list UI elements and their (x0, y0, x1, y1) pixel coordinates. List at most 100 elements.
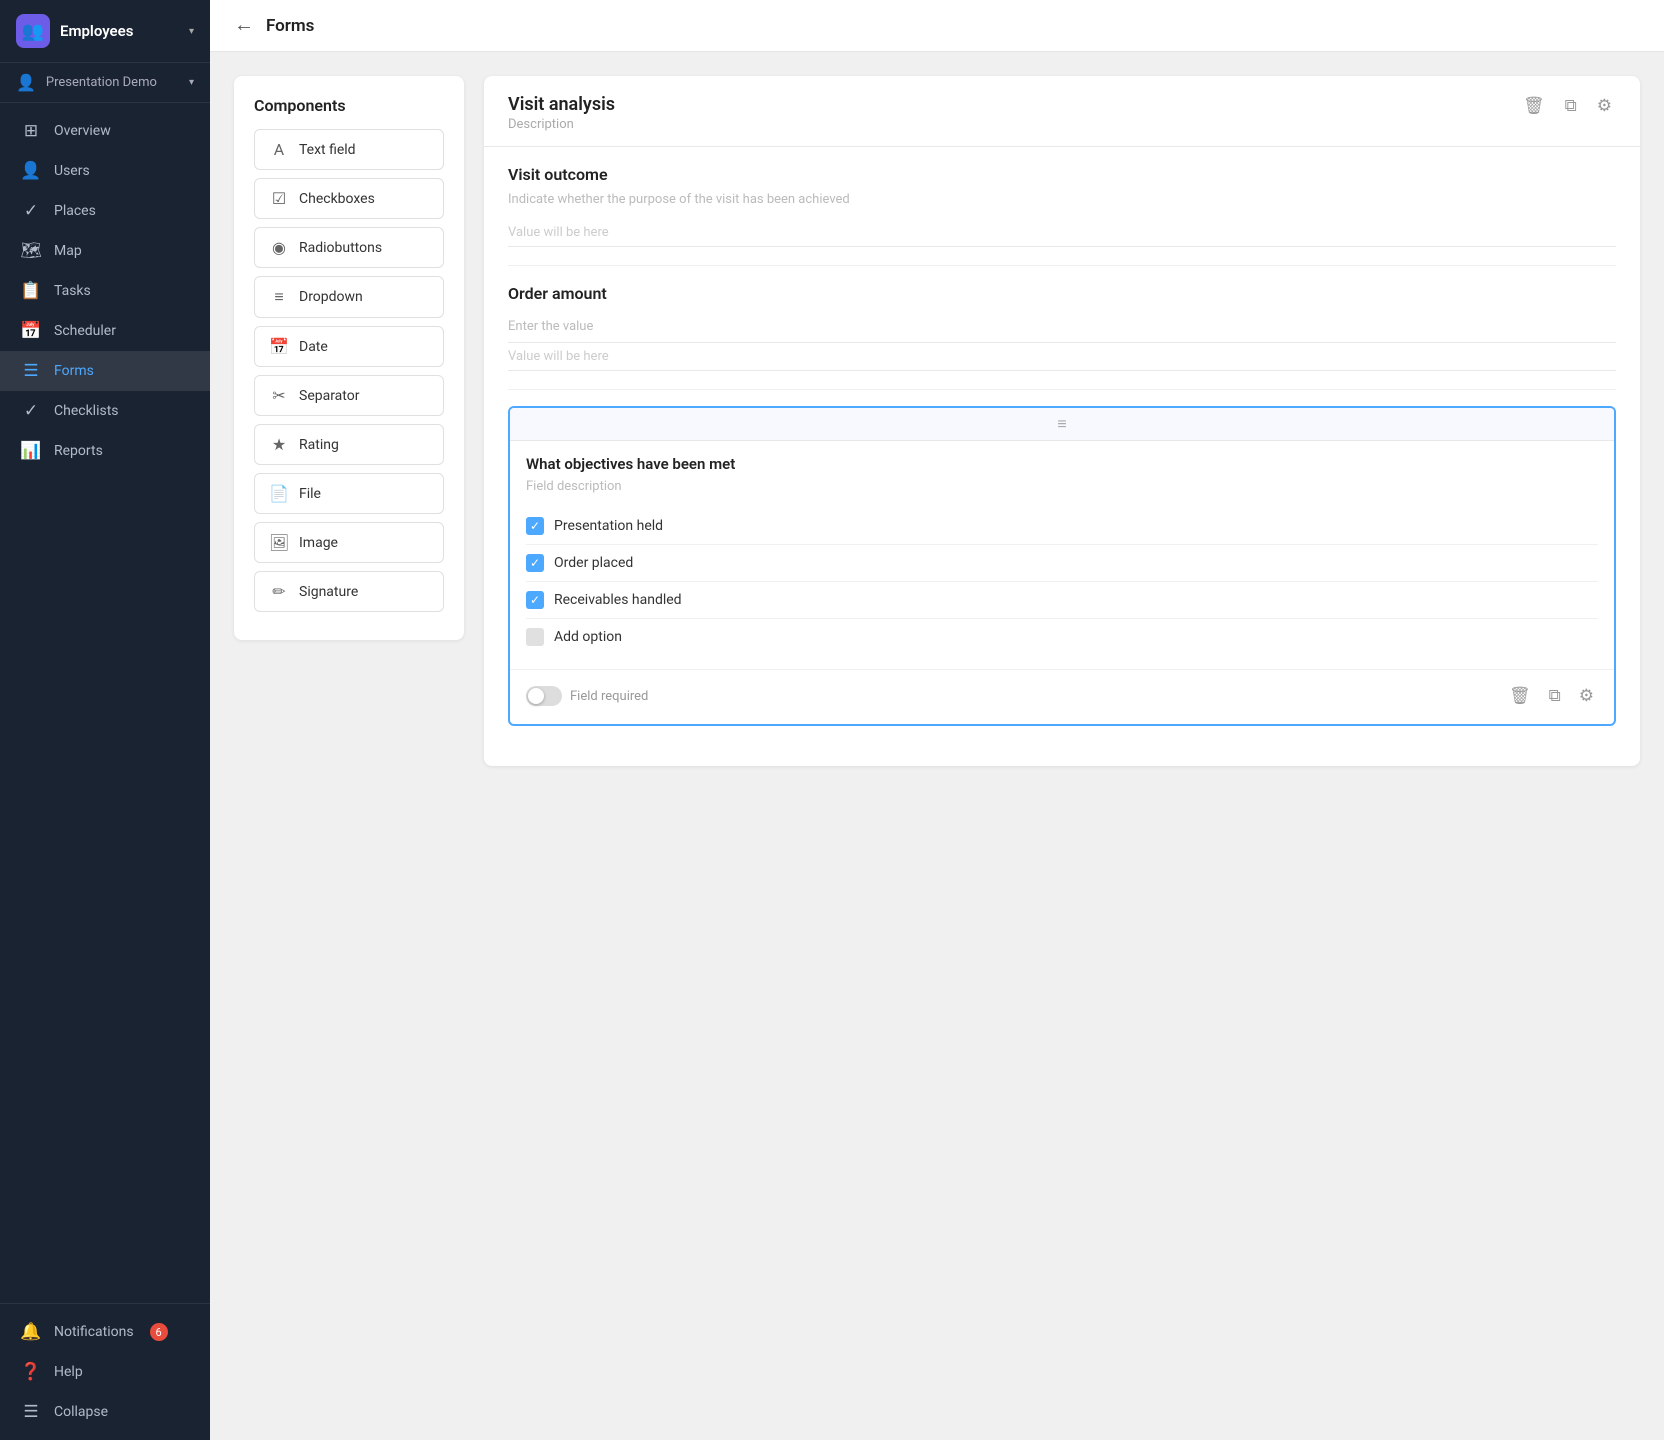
sidebar-item-label-tasks: Tasks (54, 283, 91, 299)
date-icon: 📅 (269, 337, 289, 356)
sidebar-header: 👥 Employees ▾ (0, 0, 210, 63)
component-label-separator: Separator (299, 388, 359, 404)
footer-item-notifications[interactable]: 🔔Notifications6 (0, 1312, 210, 1352)
drag-handle[interactable]: ≡ (510, 408, 1614, 441)
image-icon: 🖼 (269, 533, 289, 552)
form-settings-button[interactable]: ⚙ (1593, 94, 1616, 118)
component-separator[interactable]: ✂ Separator (254, 375, 444, 416)
section-visit-outcome: Visit outcome Indicate whether the purpo… (508, 147, 1616, 266)
form-panel-header: Visit analysis Description 🗑 ⧉ ⚙ (484, 76, 1640, 147)
component-file[interactable]: 📄 File (254, 473, 444, 514)
brand[interactable]: 👥 Employees ▾ (16, 14, 194, 48)
map-icon: 🗺 (20, 241, 42, 261)
file-icon: 📄 (269, 484, 289, 503)
checkboxes-icon: ☑ (269, 189, 289, 208)
sidebar-item-forms[interactable]: ☰Forms (0, 351, 210, 391)
value-placeholder-visit-outcome: Value will be here (508, 219, 1616, 247)
component-image[interactable]: 🖼 Image (254, 522, 444, 563)
component-date[interactable]: 📅 Date (254, 326, 444, 367)
component-signature[interactable]: ✏Signature (254, 571, 444, 612)
notification-badge: 6 (150, 1323, 168, 1341)
input-placeholder-order-amount: Enter the value (508, 311, 1616, 343)
signature-icon: ✏ (269, 582, 289, 601)
form-copy-button[interactable]: ⧉ (1561, 94, 1581, 118)
sub-arrow-icon: ▾ (189, 77, 194, 88)
checkbox-presentation-held[interactable]: ✓ (526, 517, 544, 535)
sidebar-item-tasks[interactable]: 📋 Tasks (0, 271, 210, 311)
field-description: Field description (526, 479, 1598, 494)
checkbox-label-order-placed: Order placed (554, 555, 633, 571)
topbar: ← Forms (210, 0, 1664, 52)
component-text-field[interactable]: A Text field (254, 129, 444, 170)
component-label-rating: Rating (299, 437, 339, 453)
rating-icon: ★ (269, 435, 289, 454)
checkbox-receivables-handled[interactable]: ✓ (526, 591, 544, 609)
sidebar-item-checklists[interactable]: ✓Checklists (0, 391, 210, 431)
checkbox-row-presentation-held[interactable]: ✓ Presentation held (526, 508, 1598, 545)
value-placeholder-order-amount: Value will be here (508, 343, 1616, 371)
component-rating[interactable]: ★ Rating (254, 424, 444, 465)
field-copy-button[interactable]: ⧉ (1545, 684, 1565, 708)
sidebar-item-map[interactable]: 🗺Map (0, 231, 210, 271)
component-label-radiobuttons: Radiobuttons (299, 240, 382, 256)
component-label-date: Date (299, 339, 328, 355)
separator-icon: ✂ (269, 386, 289, 405)
footer-item-label-collapse: Collapse (54, 1404, 108, 1420)
footer-item-collapse[interactable]: ☰Collapse (0, 1392, 210, 1432)
components-list: A Text field ☑Checkboxes ◉Radiobuttons ≡Drop… (254, 129, 444, 612)
checkbox-add-option[interactable] (526, 628, 544, 646)
form-title: Visit analysis (508, 94, 615, 115)
tasks-icon: 📋 (20, 281, 42, 301)
sidebar-sub[interactable]: 👤 Presentation Demo ▾ (0, 63, 210, 103)
field-delete-button[interactable]: 🗑 (1505, 684, 1535, 708)
checkbox-label-add-option: Add option (554, 629, 622, 645)
footer-item-help[interactable]: ❓Help (0, 1352, 210, 1392)
section-label-visit-outcome: Visit outcome (508, 165, 1616, 184)
sidebar-item-places[interactable]: ✓ Places (0, 191, 210, 231)
section-order-amount: Order amount Enter the value Value will … (508, 266, 1616, 390)
component-checkboxes[interactable]: ☑Checkboxes (254, 178, 444, 219)
draggable-section: ≡ What objectives have been met Field de… (508, 406, 1616, 726)
form-body: Visit outcome Indicate whether the purpo… (484, 147, 1640, 766)
field-footer: Field required 🗑 ⧉ ⚙ (510, 669, 1614, 724)
checkbox-order-placed[interactable]: ✓ (526, 554, 544, 572)
component-radiobuttons[interactable]: ◉Radiobuttons (254, 227, 444, 268)
text-field-icon: A (269, 140, 289, 159)
sub-icon: 👤 (16, 73, 36, 92)
back-button[interactable]: ← (234, 14, 254, 37)
checkbox-list: ✓ Presentation held ✓ Order placed ✓Receivab… (526, 508, 1598, 655)
notifications-icon: 🔔 (20, 1322, 42, 1342)
draggable-content: What objectives have been met Field desc… (510, 441, 1614, 669)
scheduler-icon: 📅 (20, 321, 42, 341)
form-delete-button[interactable]: 🗑 (1519, 94, 1549, 118)
field-settings-button[interactable]: ⚙ (1575, 684, 1598, 708)
field-required-label: Field required (570, 689, 648, 704)
overview-icon: ⊞ (20, 121, 42, 141)
sidebar-item-users[interactable]: 👤Users (0, 151, 210, 191)
objectives-label: What objectives have been met (526, 455, 1598, 473)
field-required-toggle[interactable] (526, 686, 562, 706)
component-label-file: File (299, 486, 321, 502)
component-dropdown[interactable]: ≡Dropdown (254, 276, 444, 318)
checkbox-row-receivables-handled[interactable]: ✓Receivables handled (526, 582, 1598, 619)
sidebar-item-label-reports: Reports (54, 443, 103, 459)
section-hint-visit-outcome: Indicate whether the purpose of the visi… (508, 192, 1616, 207)
checkbox-row-add-option[interactable]: Add option (526, 619, 1598, 655)
sidebar: 👥 Employees ▾ 👤 Presentation Demo ▾ ⊞ Ove… (0, 0, 210, 1440)
toggle-knob (528, 688, 544, 704)
checkbox-row-order-placed[interactable]: ✓ Order placed (526, 545, 1598, 582)
component-label-dropdown: Dropdown (299, 289, 363, 305)
sidebar-item-label-places: Places (54, 203, 96, 219)
checkbox-label-presentation-held: Presentation held (554, 518, 663, 534)
component-label-image: Image (299, 535, 338, 551)
footer-item-label-help: Help (54, 1364, 83, 1380)
users-icon: 👤 (20, 161, 42, 181)
sidebar-item-label-overview: Overview (54, 123, 111, 139)
sidebar-item-reports[interactable]: 📊Reports (0, 431, 210, 471)
places-icon: ✓ (20, 201, 42, 221)
component-label-text-field: Text field (299, 142, 356, 158)
field-required-wrap: Field required (526, 686, 648, 706)
sidebar-item-overview[interactable]: ⊞ Overview (0, 111, 210, 151)
checklists-icon: ✓ (20, 401, 42, 421)
sidebar-item-scheduler[interactable]: 📅Scheduler (0, 311, 210, 351)
